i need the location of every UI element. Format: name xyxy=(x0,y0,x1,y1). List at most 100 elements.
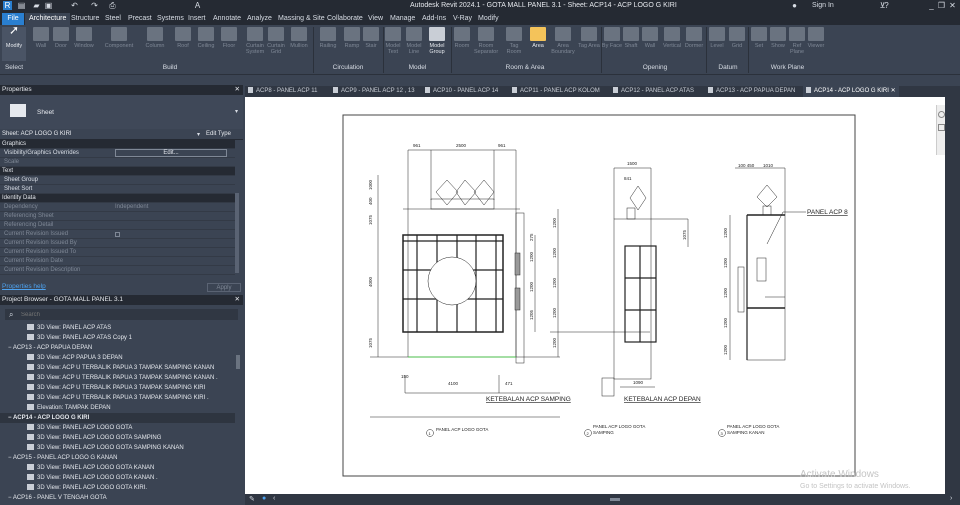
properties-help-link[interactable]: Properties help xyxy=(2,283,46,290)
door-tool[interactable]: Door xyxy=(49,27,73,49)
browser-view-item[interactable]: 3D View: PANEL ACP LOGO GOTA xyxy=(0,423,235,433)
scroll-right-icon[interactable]: › xyxy=(950,495,952,502)
ceiling-tool[interactable]: Ceiling xyxy=(194,27,218,49)
browser-view-item[interactable]: 3D View: PANEL ACP LOGO GOTA KANAN xyxy=(0,463,235,473)
area-tool[interactable]: Area xyxy=(526,27,550,49)
close-icon[interactable]: ✕ xyxy=(235,295,240,305)
browser-view-item[interactable]: 3D View: ACP U TERBALIK PAPUA 3 TAMPAK S… xyxy=(0,363,235,373)
prop-sheet-sort[interactable]: Sheet Sort xyxy=(0,185,235,194)
browser-view-item[interactable]: 3D View: PANEL ACP LOGO GOTA SAMPING xyxy=(0,433,235,443)
tab-analyze[interactable]: Analyze xyxy=(243,13,276,25)
user-icon[interactable]: ● xyxy=(790,1,799,10)
vertical-tool[interactable]: Vertical xyxy=(660,27,684,49)
browser-sheet-node[interactable]: − ACP14 - ACP LOGO G KIRI xyxy=(0,413,235,423)
browser-view-item[interactable]: 3D View: PANEL ACP ATAS xyxy=(0,323,235,333)
view-tab[interactable]: ACP11 - PANEL ACP KOLOM xyxy=(512,86,600,97)
vertical-scrollbar[interactable] xyxy=(945,97,960,494)
browser-view-item[interactable]: Elevation: TAMPAK DEPAN xyxy=(0,403,235,413)
navigation-bar[interactable] xyxy=(936,105,945,155)
tag-area-tool[interactable]: Tag Area xyxy=(577,27,601,49)
prop-sheet-group[interactable]: Sheet Group xyxy=(0,176,235,185)
view-tab[interactable]: ACP10 - PANEL ACP 14 xyxy=(425,86,498,97)
roof-tool[interactable]: Roof xyxy=(171,27,195,49)
open-icon[interactable]: ▰ xyxy=(32,1,41,10)
undo-icon[interactable]: ↶ xyxy=(70,1,79,10)
sign-in-link[interactable]: Sign In xyxy=(812,2,834,9)
tab-add-ins[interactable]: Add-Ins xyxy=(418,13,450,25)
view-tab[interactable]: ACP12 - PANEL ACP ATAS xyxy=(613,86,694,97)
drawing-canvas[interactable]: 961 2500 961 1000 400 1075 4000 1075 120… xyxy=(245,97,945,494)
curtain-grid-tool[interactable]: Curtain Grid xyxy=(264,27,288,55)
room-tool[interactable]: Room xyxy=(450,27,474,49)
instance-filter[interactable]: Sheet: ACP LOGO G KIRI xyxy=(2,131,72,137)
panel-select[interactable]: Select xyxy=(2,64,26,71)
browser-view-item[interactable]: 3D View: PANEL ACP ATAS Copy 1 xyxy=(0,333,235,343)
floor-tool[interactable]: Floor xyxy=(217,27,241,49)
tab-steel[interactable]: Steel xyxy=(101,13,125,25)
scroll-left-icon[interactable]: ‹ xyxy=(273,495,275,502)
browser-sheet-node[interactable]: − ACP16 - PANEL V TENGAH GOTA xyxy=(0,493,235,503)
apply-button[interactable]: Apply xyxy=(207,283,241,292)
zoom-icon[interactable] xyxy=(937,124,945,131)
tab-precast[interactable]: Precast xyxy=(124,13,156,25)
tab-massing-site[interactable]: Massing & Site xyxy=(274,13,329,25)
tab-architecture[interactable]: Architecture xyxy=(25,13,71,25)
vis-edit-button[interactable]: Edit... xyxy=(115,149,227,157)
view-tab[interactable]: ACP8 - PANEL ACP 11 xyxy=(248,86,317,97)
edit-type-button[interactable]: Edit Type xyxy=(206,131,231,137)
browser-sheet-node[interactable]: − ACP15 - PANEL ACP LOGO G KANAN xyxy=(0,453,235,463)
component-tool[interactable]: Component xyxy=(104,27,134,49)
viewer-tool[interactable]: Viewer xyxy=(804,27,828,49)
railing-tool[interactable]: Railing xyxy=(316,27,340,49)
browser-view-item[interactable]: 3D View: ACP U TERBALIK PAPUA 3 TAMPAK S… xyxy=(0,393,235,403)
help-icon[interactable]: ? xyxy=(882,1,891,10)
grid-tool[interactable]: Grid xyxy=(725,27,749,49)
visual-style-icon[interactable]: ✎ xyxy=(249,495,255,503)
window-tool[interactable]: Window xyxy=(72,27,96,49)
model-group-tool[interactable]: Model Group xyxy=(425,27,449,55)
room-separator-tool[interactable]: Room Separator xyxy=(474,27,498,55)
tab-v-ray[interactable]: V-Ray xyxy=(449,13,476,25)
dormer-tool[interactable]: Dormer xyxy=(682,27,706,49)
chevron-down-icon[interactable]: ▾ xyxy=(235,108,238,115)
minimize-button[interactable]: _ xyxy=(927,1,936,10)
browser-scrollbar[interactable] xyxy=(236,355,240,369)
panel-room-area[interactable]: Room & Area xyxy=(495,64,555,71)
tab-systems[interactable]: Systems xyxy=(153,13,188,25)
tab-manage[interactable]: Manage xyxy=(386,13,419,25)
tab-view[interactable]: View xyxy=(364,13,387,25)
modify-tool[interactable]: ➚ Modify xyxy=(2,24,26,61)
save-icon[interactable]: ▣ xyxy=(44,1,53,10)
properties-scrollbar[interactable] xyxy=(235,193,239,273)
area-boundary-tool[interactable]: Area Boundary xyxy=(551,27,575,55)
horizontal-scrollbar[interactable] xyxy=(610,498,620,501)
group-graphics[interactable]: Graphics xyxy=(0,140,235,149)
tab-annotate[interactable]: Annotate xyxy=(209,13,245,25)
browser-view-item[interactable]: 3D View: ACP U TERBALIK PAPUA 3 TAMPAK S… xyxy=(0,383,235,393)
wall-opening-tool[interactable]: Wall xyxy=(638,27,662,49)
browser-view-item[interactable]: 3D View: PANEL ACP LOGO GOTA SAMPING KAN… xyxy=(0,443,235,453)
print-icon[interactable]: ⎙ xyxy=(108,1,117,10)
close-icon[interactable]: ✕ xyxy=(235,85,240,95)
group-text[interactable]: Text xyxy=(0,167,235,176)
close-tab-icon[interactable]: ✕ xyxy=(891,88,896,94)
view-tab[interactable]: ACP13 - ACP PAPUA DEPAN xyxy=(708,86,795,97)
view-tab[interactable]: ACP9 - PANEL ACP 12 , 13 xyxy=(333,86,415,97)
browser-view-item[interactable]: 3D View: PANEL ACP LOGO GOTA KANAN . xyxy=(0,473,235,483)
stair-tool[interactable]: Stair xyxy=(359,27,383,49)
model-line-tool[interactable]: Model Line xyxy=(402,27,426,55)
tab-structure[interactable]: Structure xyxy=(67,13,103,25)
browser-sheet-node[interactable]: − ACP13 - ACP PAPUA DEPAN xyxy=(0,343,235,353)
view-tab-active[interactable]: ACP14 - ACP LOGO G KIRI ✕ xyxy=(803,86,899,97)
chevron-down-icon[interactable]: ▾ xyxy=(197,131,200,138)
column-tool[interactable]: Column xyxy=(143,27,167,49)
close-button[interactable]: ✕ xyxy=(948,1,957,10)
mullion-tool[interactable]: Mullion xyxy=(287,27,311,49)
tab-collaborate[interactable]: Collaborate xyxy=(323,13,367,25)
tab-modify[interactable]: Modify xyxy=(474,13,503,25)
sun-path-icon[interactable]: ● xyxy=(262,495,266,502)
browser-view-item[interactable]: 3D View: ACP U TERBALIK PAPUA 3 TAMPAK S… xyxy=(0,373,235,383)
rev-issued-checkbox[interactable] xyxy=(115,232,120,237)
browser-view-item[interactable]: 3D View: ACP PAPUA 3 DEPAN xyxy=(0,353,235,363)
redo-icon[interactable]: ↷ xyxy=(90,1,99,10)
